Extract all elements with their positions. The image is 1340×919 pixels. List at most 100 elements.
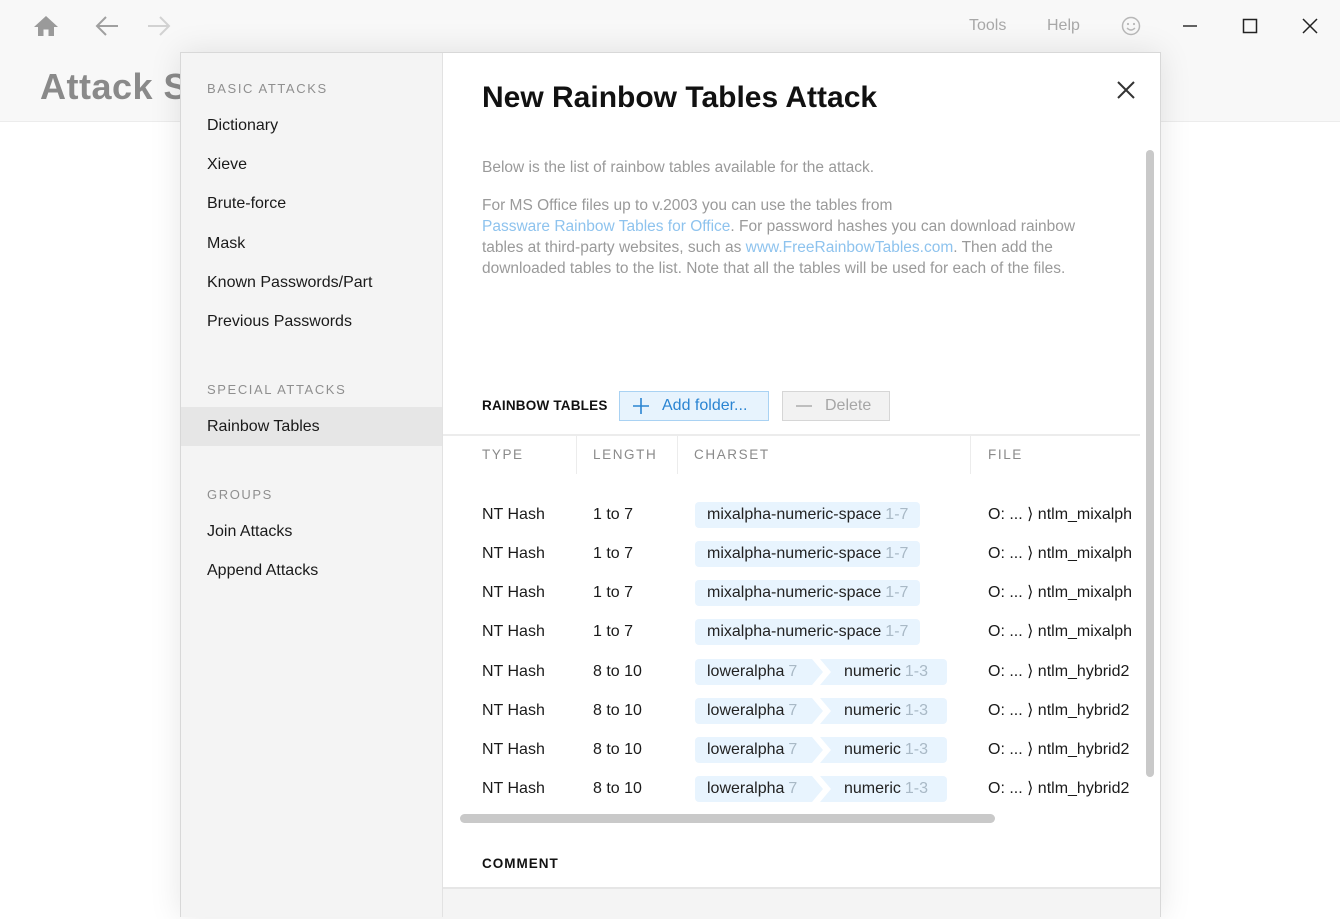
charset-range: 1-3 [904, 663, 929, 680]
passware-rainbow-link[interactable]: Passware Rainbow Tables for Office [482, 218, 730, 235]
charset-chip: loweralpha 7 [695, 698, 823, 724]
cell-type: NT Hash [482, 623, 545, 640]
sidebar-item-dictionary[interactable]: Dictionary [181, 106, 442, 145]
cell-type: NT Hash [482, 702, 545, 719]
maximize-icon[interactable] [1233, 10, 1267, 42]
rainbow-tables-label: RAINBOW TABLES [482, 398, 608, 413]
charset-chip: loweralpha 7 [695, 737, 823, 763]
charset-name: numeric [844, 663, 901, 680]
charset-chip: mixalpha-numeric-space 1-7 [695, 619, 921, 645]
charset-chip: numeric 1-3 [820, 776, 947, 802]
new-attack-dialog: BASIC ATTACKS Dictionary Xieve Brute-for… [180, 52, 1161, 919]
charset-chip: mixalpha-numeric-space 1-7 [695, 580, 921, 606]
cell-file: O: ... ⟩ ntlm_mixalph [988, 506, 1133, 523]
arrow-left-icon[interactable] [93, 12, 121, 40]
charset-name: mixalpha-numeric-space [707, 545, 882, 562]
sidebar-section-basic: BASIC ATTACKS [207, 81, 328, 96]
charset-name: numeric [844, 702, 901, 719]
cell-type: NT Hash [482, 545, 545, 562]
cell-file: O: ... ⟩ ntlm_hybrid2 [988, 663, 1130, 680]
charset-name: numeric [844, 780, 901, 797]
table-row[interactable]: NT Hash 8 to 10 loweralpha 7 numeric 1-3 O: ..… [443, 730, 1140, 769]
dialog-title: New Rainbow Tables Attack [482, 81, 878, 114]
freerainbowtables-link[interactable]: www.FreeRainbowTables.com [746, 239, 954, 256]
table-row[interactable]: NT Hash 8 to 10 loweralpha 7 numeric 1-3 O: ..… [443, 691, 1140, 730]
add-folder-label: Add folder... [662, 397, 748, 414]
add-folder-button[interactable]: Add folder... [619, 391, 769, 421]
sidebar-item-mask[interactable]: Mask [181, 224, 442, 263]
charset-chip: mixalpha-numeric-space 1-7 [695, 502, 921, 528]
minimize-icon[interactable] [1173, 10, 1207, 42]
sidebar-item-rainbow-tables[interactable]: Rainbow Tables [181, 407, 442, 446]
home-icon[interactable] [32, 12, 60, 40]
cell-file: O: ... ⟩ ntlm_hybrid2 [988, 702, 1130, 719]
smiley-icon[interactable] [1114, 10, 1148, 42]
arrow-right-icon[interactable] [145, 12, 173, 40]
tools-menu[interactable]: Tools [969, 17, 1006, 35]
column-header-type[interactable]: TYPE [482, 447, 524, 462]
column-header-file[interactable]: FILE [988, 447, 1023, 462]
sidebar-item-append-attacks[interactable]: Append Attacks [181, 551, 442, 590]
sidebar-section-special: SPECIAL ATTACKS [207, 382, 347, 397]
sidebar-item-xieve[interactable]: Xieve [181, 145, 442, 184]
column-header-charset[interactable]: CHARSET [694, 447, 770, 462]
charset-name: numeric [844, 741, 901, 758]
charset-name: loweralpha [707, 702, 785, 719]
comment-label: COMMENT [482, 856, 559, 871]
cell-file: O: ... ⟩ ntlm_mixalph [988, 623, 1133, 640]
sidebar-item-known-passwords[interactable]: Known Passwords/Part [181, 263, 442, 302]
close-icon[interactable] [1293, 10, 1327, 42]
charset-name: mixalpha-numeric-space [707, 506, 882, 523]
cell-type: NT Hash [482, 506, 545, 523]
cell-file: O: ... ⟩ ntlm_mixalph [988, 584, 1133, 601]
cell-length: 1 to 7 [593, 584, 634, 601]
description-intro: Below is the list of rainbow tables avai… [482, 159, 875, 176]
table-row[interactable]: NT Hash 8 to 10 loweralpha 7 numeric 1-3 O: ..… [443, 652, 1140, 691]
charset-range: 7 [788, 780, 798, 797]
sidebar-section-groups: GROUPS [207, 487, 273, 502]
charset-name: loweralpha [707, 741, 785, 758]
charset-chip: numeric 1-3 [820, 737, 947, 763]
table-row[interactable]: NT Hash 1 to 7 mixalpha-numeric-space 1-7 O:… [443, 534, 1140, 573]
horizontal-scrollbar[interactable] [460, 814, 995, 823]
vertical-scrollbar[interactable] [1146, 150, 1154, 777]
sidebar-item-brute-force[interactable]: Brute-force [181, 184, 442, 223]
cell-type: NT Hash [482, 663, 545, 680]
table-row[interactable]: NT Hash 1 to 7 mixalpha-numeric-space 1-7 O:… [443, 495, 1140, 534]
table-row[interactable]: NT Hash 1 to 7 mixalpha-numeric-space 1-7 O:… [443, 612, 1140, 651]
charset-range: 1-3 [904, 780, 929, 797]
charset-range: 1-7 [885, 506, 909, 523]
cell-length: 8 to 10 [593, 663, 642, 680]
charset-range: 7 [788, 702, 798, 719]
table-row[interactable]: NT Hash 1 to 7 mixalpha-numeric-space 1-7 O:… [443, 573, 1140, 612]
help-menu[interactable]: Help [1047, 17, 1080, 35]
charset-name: loweralpha [707, 663, 785, 680]
table-divider [443, 434, 1140, 436]
charset-chip: loweralpha 7 [695, 659, 823, 685]
description-text: For MS Office files up to v.2003 you can… [482, 197, 893, 214]
column-header-length[interactable]: LENGTH [593, 447, 657, 462]
attack-type-sidebar: BASIC ATTACKS Dictionary Xieve Brute-for… [181, 53, 443, 917]
delete-button[interactable]: Delete [782, 391, 890, 421]
charset-name: mixalpha-numeric-space [707, 584, 882, 601]
plus-icon [632, 397, 650, 415]
sidebar-item-previous-passwords[interactable]: Previous Passwords [181, 302, 442, 341]
column-divider[interactable] [576, 436, 577, 474]
table-row[interactable]: NT Hash 8 to 10 loweralpha 7 numeric 1-3 O: ..… [443, 769, 1140, 808]
charset-range: 7 [788, 741, 798, 758]
dialog-close-icon[interactable] [1111, 75, 1141, 105]
cell-type: NT Hash [482, 584, 545, 601]
charset-range: 1-3 [904, 741, 929, 758]
cell-file: O: ... ⟩ ntlm_mixalph [988, 545, 1133, 562]
charset-chip: numeric 1-3 [820, 698, 947, 724]
column-divider[interactable] [677, 436, 678, 474]
charset-chip: loweralpha 7 [695, 776, 823, 802]
sidebar-item-join-attacks[interactable]: Join Attacks [181, 512, 442, 551]
column-divider[interactable] [970, 436, 971, 474]
charset-range: 1-7 [885, 584, 909, 601]
charset-name: mixalpha-numeric-space [707, 623, 882, 640]
charset-chip: numeric 1-3 [820, 659, 947, 685]
cell-type: NT Hash [482, 780, 545, 797]
cell-length: 1 to 7 [593, 506, 634, 523]
cell-length: 8 to 10 [593, 780, 642, 797]
